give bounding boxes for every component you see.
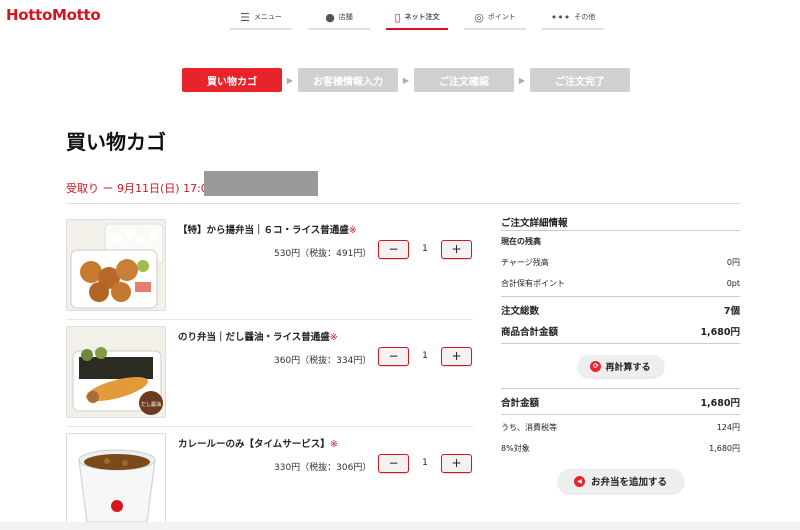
tax-row: うち、消費税等 124円 — [501, 417, 740, 438]
item-price: 330円（税抜：306円） — [274, 463, 372, 473]
add-bento-button[interactable]: ◀ お弁当を追加する — [557, 469, 684, 493]
step-confirm: ご注文確認 — [414, 68, 514, 92]
item-note-mark: ※ — [329, 332, 338, 343]
points-icon: ◎ — [474, 10, 484, 24]
divider — [66, 203, 740, 204]
item-name-text: のり弁当｜だし醤油・ライス普通盛 — [178, 332, 330, 343]
points-row: 合計保有ポイント 0pt — [501, 273, 740, 294]
curry-roux-image — [66, 433, 166, 525]
item-note-mark: ※ — [348, 225, 357, 236]
step-cart: 買い物カゴ — [182, 68, 282, 92]
recalculate-button[interactable]: ⟳ 再計算する — [577, 355, 664, 377]
points-value: 0pt — [726, 279, 740, 288]
quantity-value: 1 — [422, 244, 428, 254]
charge-value: 0円 — [726, 258, 740, 267]
nav-menu-label: メニュー — [253, 13, 282, 21]
recalculate-label: 再計算する — [605, 362, 651, 373]
item-price: 360円（税抜：334円） — [274, 356, 372, 366]
quantity-value: 1 — [422, 458, 428, 468]
nav-store-label: 店舗 — [338, 13, 353, 21]
divider — [501, 343, 740, 344]
top-nav: ☰ メニュー ● 店舗 ▯ ネット注文 ◎ ポイント ••• その他 — [230, 6, 604, 30]
karaage-bento-image — [66, 219, 166, 311]
cart-item: 【特】から揚弁当｜６コ・ライス普通盛※ 530円（税抜：491円） − 1 + — [66, 213, 473, 320]
cart-item: カレールーのみ【タイムサービス】※ 330円（税抜：306円） − 1 + — [66, 427, 473, 530]
more-icon: ••• — [550, 10, 571, 24]
nav-more[interactable]: ••• その他 — [542, 6, 604, 30]
divider — [501, 388, 740, 389]
svg-text:だし醤油: だし醤油 — [141, 401, 161, 408]
back-arrow-icon: ◀ — [573, 475, 585, 487]
total-row: 合計金額 1,680円 — [501, 391, 740, 412]
item-name[interactable]: 【特】から揚弁当｜６コ・ライス普通盛※ — [178, 222, 357, 236]
nav-net-order-label: ネット注文 — [404, 13, 440, 21]
tax8-row: 8%対象 1,680円 — [501, 438, 740, 459]
decrease-button[interactable]: − — [378, 454, 409, 473]
hottomotto-logo[interactable]: HottoMotto — [6, 6, 101, 24]
pin-icon: ● — [325, 10, 335, 24]
charge-label: チャージ残高 — [501, 258, 549, 267]
increase-button[interactable]: + — [441, 347, 472, 366]
total-label: 合計金額 — [501, 397, 540, 409]
cart-items: 【特】から揚弁当｜６コ・ライス普通盛※ 530円（税抜：491円） − 1 + … — [66, 213, 473, 530]
item-note-mark: ※ — [329, 439, 338, 450]
refresh-icon: ⟳ — [590, 360, 602, 372]
step-arrow-icon: ▶ — [518, 75, 526, 85]
divider — [501, 296, 740, 297]
quantity-value: 1 — [422, 351, 428, 361]
quantity-stepper: − 1 + — [378, 454, 472, 473]
points-label: 合計保有ポイント — [501, 279, 565, 288]
nav-points-label: ポイント — [487, 13, 516, 21]
nav-store[interactable]: ● 店舗 — [308, 6, 370, 30]
increase-button[interactable]: + — [441, 240, 472, 259]
total-value: 1,680円 — [700, 397, 740, 409]
item-price: 530円（税抜：491円） — [274, 249, 372, 259]
page-title: 買い物カゴ — [66, 130, 166, 154]
footer-bar — [0, 522, 800, 530]
menu-icon: ☰ — [240, 10, 250, 24]
subtotal-value: 1,680円 — [700, 326, 740, 338]
checkout-steps: 買い物カゴ ▶ お客様情報入力 ▶ ご注文確認 ▶ ご注文完了 — [182, 68, 630, 92]
phone-icon: ▯ — [394, 10, 401, 24]
item-name[interactable]: のり弁当｜だし醤油・ライス普通盛※ — [178, 329, 338, 343]
total-qty-label: 注文総数 — [501, 305, 540, 317]
decrease-button[interactable]: − — [378, 240, 409, 259]
divider — [501, 414, 740, 415]
charge-row: チャージ残高 0円 — [501, 252, 740, 273]
step-arrow-icon: ▶ — [402, 75, 410, 85]
subtotal-row: 商品合計金額 1,680円 — [501, 320, 740, 341]
subtotal-label: 商品合計金額 — [501, 326, 559, 338]
step-customer-info: お客様情報入力 — [298, 68, 398, 92]
total-qty-row: 注文総数 7個 — [501, 299, 740, 320]
tax8-value: 1,680円 — [709, 444, 740, 453]
decrease-button[interactable]: − — [378, 347, 409, 366]
step-arrow-icon: ▶ — [286, 75, 294, 85]
item-name-text: 【特】から揚弁当｜６コ・ライス普通盛 — [178, 225, 349, 236]
add-bento-label: お弁当を追加する — [590, 477, 667, 488]
summary-title: ご注文詳細情報 — [501, 213, 740, 231]
pickup-time: 受取り ー 9月11日(日) 17:00 — [66, 182, 215, 195]
cart-item: だし醤油 のり弁当｜だし醤油・ライス普通盛※ 360円（税抜：334円） − 1… — [66, 320, 473, 427]
step-complete: ご注文完了 — [530, 68, 630, 92]
nav-points[interactable]: ◎ ポイント — [464, 6, 526, 30]
quantity-stepper: − 1 + — [378, 240, 472, 259]
redacted-block — [204, 171, 318, 196]
nori-bento-image: だし醤油 — [66, 326, 166, 418]
nav-net-order[interactable]: ▯ ネット注文 — [386, 6, 448, 30]
item-name-text: カレールーのみ【タイムサービス】 — [178, 439, 330, 450]
nav-menu[interactable]: ☰ メニュー — [230, 6, 292, 30]
increase-button[interactable]: + — [441, 454, 472, 473]
tax-value: 124円 — [716, 423, 740, 432]
tax8-label: 8%対象 — [501, 444, 530, 453]
balance-label: 現在の残高 — [501, 237, 541, 246]
item-name[interactable]: カレールーのみ【タイムサービス】※ — [178, 436, 338, 450]
tax-label: うち、消費税等 — [501, 423, 557, 432]
order-summary: ご注文詳細情報 現在の残高 チャージ残高 0円 合計保有ポイント 0pt 注文総… — [501, 213, 740, 493]
balance-row: 現在の残高 — [501, 231, 740, 252]
total-qty-value: 7個 — [723, 305, 740, 317]
nav-more-label: その他 — [574, 13, 596, 21]
quantity-stepper: − 1 + — [378, 347, 472, 366]
